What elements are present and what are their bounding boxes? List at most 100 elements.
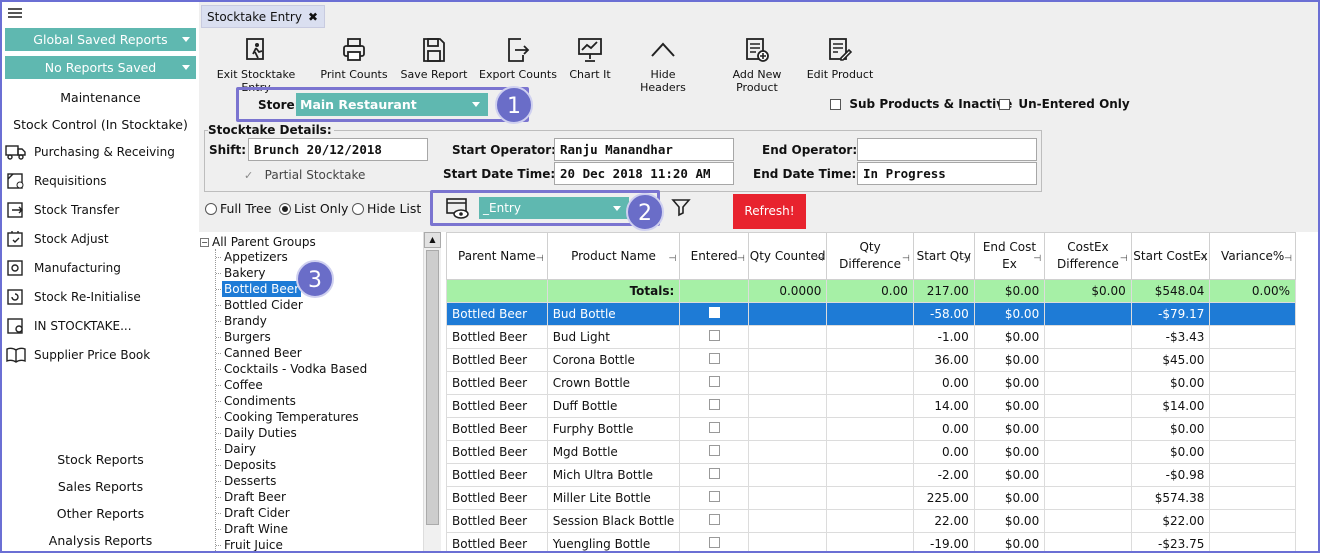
table-row[interactable]: Bottled Beer Crown Bottle 0.00 $0.00 $0.00 (446, 371, 1296, 395)
qty-counted-cell[interactable] (747, 371, 828, 395)
edit-product-button[interactable]: Edit Product (806, 34, 874, 86)
qty-counted-cell[interactable] (747, 509, 828, 533)
entered-checkbox[interactable] (708, 353, 720, 364)
table-row[interactable]: Bottled Beer Mgd Bottle 0.00 $0.00 $0.00 (446, 440, 1296, 464)
table-row[interactable]: Bottled Beer Session Black Bottle 22.00 $0.… (446, 509, 1296, 533)
pin-icon[interactable]: ⊣ (902, 251, 910, 268)
list-only-radio[interactable] (279, 202, 291, 215)
global-saved-reports-dropdown[interactable]: Global Saved Reports (5, 28, 196, 51)
sales-reports-link[interactable]: Sales Reports (2, 479, 199, 494)
tree-item[interactable]: Brandy (222, 313, 269, 329)
tree-item[interactable]: Daily Duties (222, 425, 299, 441)
close-icon[interactable]: ✖ (308, 6, 318, 28)
hide-list-radio[interactable] (352, 202, 364, 215)
qty-counted-cell[interactable] (747, 486, 828, 510)
add-new-product-button[interactable]: Add New Product (710, 34, 804, 94)
tree-item[interactable]: Condiments (222, 393, 298, 409)
column-header[interactable]: Variance% ⊣ (1209, 232, 1296, 280)
list-only-option[interactable]: List Only (279, 201, 348, 216)
column-header[interactable]: Qty Difference ⊣ (826, 232, 914, 280)
sidebar-item-stock-adjust[interactable]: Stock Adjust (5, 228, 109, 250)
print-counts-button[interactable]: Print Counts (320, 34, 388, 86)
scroll-thumb[interactable] (426, 250, 439, 525)
pin-icon[interactable]: ⊣ (1033, 251, 1041, 268)
maintenance-link[interactable]: Maintenance (2, 90, 199, 105)
layout-view-icon[interactable] (446, 198, 470, 220)
sidebar-item-requisitions[interactable]: Requisitions (5, 170, 107, 192)
entered-checkbox[interactable] (708, 399, 720, 410)
table-row[interactable]: Bottled Beer Miller Lite Bottle 225.00 $0.0… (446, 486, 1296, 510)
sidebar-item-stock-reinitialise[interactable]: Stock Re-Initialise (5, 286, 141, 308)
column-header[interactable]: CostEx Difference ⊣ (1044, 232, 1132, 280)
other-reports-link[interactable]: Other Reports (2, 506, 199, 521)
entered-checkbox[interactable] (708, 307, 720, 318)
chart-it-button[interactable]: Chart It (565, 34, 615, 86)
sidebar-item-stock-transfer[interactable]: Stock Transfer (5, 199, 119, 221)
entered-checkbox[interactable] (708, 491, 720, 502)
table-row[interactable]: Bottled Beer Bud Light -1.00 $0.00 -$3.43 (446, 325, 1296, 349)
tree-item[interactable]: Cooking Temperatures (222, 409, 361, 425)
tab-stocktake-entry[interactable]: Stocktake Entry ✖ (201, 5, 325, 28)
layout-select[interactable]: _Entry (479, 197, 629, 219)
export-counts-button[interactable]: Export Counts (479, 34, 557, 86)
pin-icon[interactable]: ⊣ (737, 251, 745, 268)
qty-counted-cell[interactable] (747, 325, 828, 349)
column-header[interactable]: Entered ⊣ (679, 232, 749, 280)
sub-products-checkbox[interactable] (830, 98, 841, 110)
sub-products-option[interactable]: Sub Products & Inactive (830, 97, 1012, 111)
tree-item[interactable]: Canned Beer (222, 345, 304, 361)
tree-item[interactable]: Fruit Juice (222, 537, 285, 551)
entered-checkbox[interactable] (708, 468, 720, 479)
saved-reports-dropdown[interactable]: No Reports Saved (5, 56, 196, 79)
column-header[interactable]: End Cost Ex ⊣ (973, 232, 1046, 280)
full-tree-option[interactable]: Full Tree (205, 201, 271, 216)
column-header[interactable]: Start Qty ⊣ (912, 232, 975, 280)
pin-icon[interactable]: ⊣ (963, 251, 971, 268)
tree-item[interactable]: Coffee (222, 377, 265, 393)
table-row[interactable]: Bottled Beer Duff Bottle 14.00 $0.00 $14.00 (446, 394, 1296, 418)
column-header[interactable]: Start CostEx ⊣ (1130, 232, 1211, 280)
column-header[interactable]: Parent Name ⊣ (446, 232, 548, 280)
tree-item[interactable]: Dairy (222, 441, 258, 457)
qty-counted-cell[interactable] (747, 440, 828, 464)
stock-reports-link[interactable]: Stock Reports (2, 452, 199, 467)
scroll-up-icon[interactable]: ▲ (424, 232, 441, 248)
table-row[interactable]: Bottled Beer Yuengling Bottle -19.00 $0.00 -… (446, 532, 1296, 551)
sidebar-item-manufacturing[interactable]: Manufacturing (5, 257, 121, 279)
qty-counted-cell[interactable] (747, 417, 828, 441)
entered-checkbox[interactable] (708, 422, 720, 433)
tree-item[interactable]: Cocktails - Vodka Based (222, 361, 369, 377)
stock-control-link[interactable]: Stock Control (In Stocktake) (2, 117, 199, 132)
refresh-button[interactable]: Refresh! (733, 194, 806, 229)
qty-counted-cell[interactable] (747, 348, 828, 372)
sidebar-item-in-stocktake[interactable]: IN STOCKTAKE... (5, 315, 132, 337)
hamburger-menu-icon[interactable] (8, 6, 22, 20)
sidebar-item-purchasing[interactable]: Purchasing & Receiving (5, 141, 175, 163)
collapse-icon[interactable]: − (200, 237, 209, 247)
tree-item[interactable]: Appetizers (222, 249, 290, 265)
pin-icon[interactable]: ⊣ (668, 251, 676, 268)
table-row[interactable]: Bottled Beer Corona Bottle 36.00 $0.00 $45.0… (446, 348, 1296, 372)
table-row[interactable]: Bottled Beer Furphy Bottle 0.00 $0.00 $0.00 (446, 417, 1296, 441)
column-header[interactable]: Qty Counted ⊣ (747, 232, 828, 280)
tree-item[interactable]: Bottled Beer (222, 281, 302, 297)
sidebar-item-supplier-price-book[interactable]: Supplier Price Book (5, 344, 150, 366)
entered-checkbox[interactable] (708, 514, 720, 525)
tree-item[interactable]: Desserts (222, 473, 278, 489)
tree-item[interactable]: Bakery (222, 265, 268, 281)
store-select[interactable]: Main Restaurant (296, 93, 488, 116)
hide-headers-button[interactable]: Hide Headers (626, 34, 700, 94)
save-report-button[interactable]: Save Report (400, 34, 468, 86)
column-header[interactable]: Product Name ⊣ (546, 232, 681, 280)
pin-icon[interactable]: ⊣ (1199, 251, 1207, 268)
tree-root[interactable]: − All Parent Groups (200, 235, 316, 249)
un-entered-checkbox[interactable] (999, 98, 1010, 110)
entered-checkbox[interactable] (708, 376, 720, 387)
hide-list-option[interactable]: Hide List (352, 201, 421, 216)
entered-checkbox[interactable] (708, 445, 720, 456)
tree-item[interactable]: Burgers (222, 329, 273, 345)
tree-item[interactable]: Deposits (222, 457, 278, 473)
filter-icon[interactable] (671, 197, 691, 217)
qty-counted-cell[interactable] (747, 394, 828, 418)
analysis-reports-link[interactable]: Analysis Reports (2, 533, 199, 548)
